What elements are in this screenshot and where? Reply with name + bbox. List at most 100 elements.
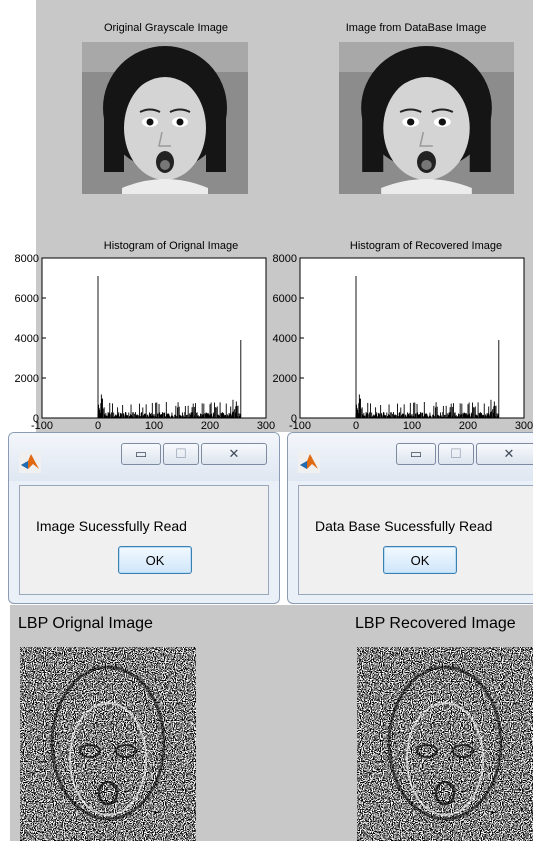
maximize-button[interactable]: ☐: [438, 443, 474, 465]
close-button[interactable]: ✕: [476, 443, 533, 465]
histogram-bar: [97, 276, 99, 418]
histogram-bar: [355, 276, 357, 418]
histogram-bar: [192, 403, 194, 418]
histogram-bar: [403, 404, 405, 418]
lbp-recovered-image: [357, 647, 533, 841]
histogram-bar: [461, 403, 463, 418]
histogram-bar: [395, 415, 397, 418]
dialog-titlebar[interactable]: ▭ ☐ ✕: [288, 433, 533, 481]
histogram-bar: [240, 340, 242, 418]
histogram-bar: [472, 402, 473, 418]
histogram-bar: [203, 403, 205, 418]
histogram-bar: [415, 413, 417, 418]
ok-button[interactable]: OK: [383, 546, 457, 574]
histogram-bar: [162, 412, 164, 418]
y-tick-label: 4000: [273, 333, 297, 345]
histogram-bar: [491, 411, 492, 418]
histogram-bar: [444, 414, 445, 418]
lbp-original-image: [20, 647, 196, 841]
close-button[interactable]: ✕: [201, 443, 267, 465]
dialog-client-area: Data Base Sucessfully Read OK: [298, 485, 533, 595]
lbp-texture: [357, 647, 533, 841]
image-read-dialog: ▭ ☐ ✕ Image Sucessfully Read OK: [8, 432, 280, 604]
lbp-recovered-title: LBP Recovered Image: [355, 615, 516, 632]
histogram-bar: [488, 406, 490, 418]
histogram-bar: [379, 414, 380, 418]
dialog-client-area: Image Sucessfully Read OK: [19, 485, 269, 595]
matlab-icon: [19, 451, 41, 473]
histogram-bar: [473, 407, 475, 418]
histogram-bar: [381, 413, 383, 418]
histogram-bar: [233, 411, 234, 418]
x-tick-label: 300: [257, 420, 275, 432]
histogram-bar: [430, 416, 432, 418]
histogram-bar: [396, 403, 398, 418]
histogram-bar: [452, 403, 454, 418]
dialog-titlebar[interactable]: ▭ ☐ ✕: [9, 433, 279, 481]
histogram-bar: [138, 403, 140, 418]
database-image: [339, 42, 514, 194]
x-tick-label: -100: [31, 420, 53, 432]
histogram-bar: [413, 402, 415, 418]
y-tick-label: 8000: [15, 253, 39, 265]
y-tick-label: 2000: [273, 373, 297, 385]
x-tick-label: 100: [145, 420, 163, 432]
histogram-bar: [137, 415, 139, 418]
histogram-bar: [360, 408, 362, 418]
ok-button[interactable]: OK: [118, 546, 192, 574]
histogram-axes-original: [41, 257, 267, 419]
histogram-bar: [442, 405, 444, 418]
histogram-bar: [215, 407, 217, 418]
histogram-bar: [121, 414, 122, 418]
histogram-bar: [157, 413, 159, 418]
histogram-bar: [155, 402, 157, 418]
histogram-bar: [494, 405, 496, 418]
database-read-dialog: ▭ ☐ ✕ Data Base Sucessfully Read OK: [287, 432, 533, 604]
x-tick-label: -100: [289, 420, 311, 432]
histogram-bar: [391, 413, 393, 418]
histogram-bar: [112, 403, 114, 418]
y-tick-label: 4000: [15, 333, 39, 345]
histogram-bar: [214, 402, 215, 418]
x-tick-label: 200: [201, 420, 219, 432]
y-tick-label: 6000: [15, 293, 39, 305]
maximize-button[interactable]: ☐: [163, 443, 199, 465]
histogram-bar: [172, 416, 174, 418]
minimize-button[interactable]: ▭: [396, 443, 436, 465]
histogram-bar: [495, 405, 497, 418]
minimize-button[interactable]: ▭: [121, 443, 161, 465]
histogram-bar: [445, 405, 447, 418]
histogram-bar: [211, 413, 213, 418]
histograms-svg: 8000 6000 4000 2000 0 -100 0 100 200 300 8000 6000 4…: [15, 253, 533, 432]
histogram-bar: [420, 412, 422, 418]
histogram-bar: [177, 402, 179, 418]
histogram-bar: [236, 405, 238, 418]
original-image-title: Original Grayscale Image: [103, 22, 229, 34]
histogram-bar: [225, 403, 227, 418]
histogram-bar: [186, 414, 187, 418]
histogram-bar: [230, 406, 232, 418]
histogram-bar: [370, 403, 372, 418]
x-tick-label: 100: [403, 420, 421, 432]
y-tick-label: 8000: [273, 253, 297, 265]
lbp-section: LBP Orignal Image LBP Recovered Image: [10, 605, 533, 841]
original-grayscale-image: [82, 42, 248, 194]
histogram-bar: [102, 408, 104, 418]
lbp-texture: [20, 647, 196, 841]
x-tick-label: 200: [459, 420, 477, 432]
histogram-bar: [133, 413, 135, 418]
y-tick-label: 6000: [273, 293, 297, 305]
histogram-bar: [132, 412, 134, 418]
histogram-bar: [390, 412, 392, 418]
histogram-bar: [109, 402, 111, 418]
database-image-title: Image from DataBase Image: [345, 22, 487, 34]
histogram-panel: 8000 6000 4000 2000 0 -100 0 100 200 300 8000 6000 4…: [0, 236, 533, 432]
histogram-bar: [469, 413, 471, 418]
x-tick-label: 300: [515, 420, 533, 432]
x-tick-label: 0: [353, 420, 359, 432]
dialog-message: Image Sucessfully Read: [36, 518, 187, 534]
histogram-bar: [184, 405, 186, 418]
histogram-bar: [483, 403, 485, 418]
dialog-message: Data Base Sucessfully Read: [315, 518, 493, 534]
lbp-original-title: LBP Orignal Image: [18, 615, 153, 632]
